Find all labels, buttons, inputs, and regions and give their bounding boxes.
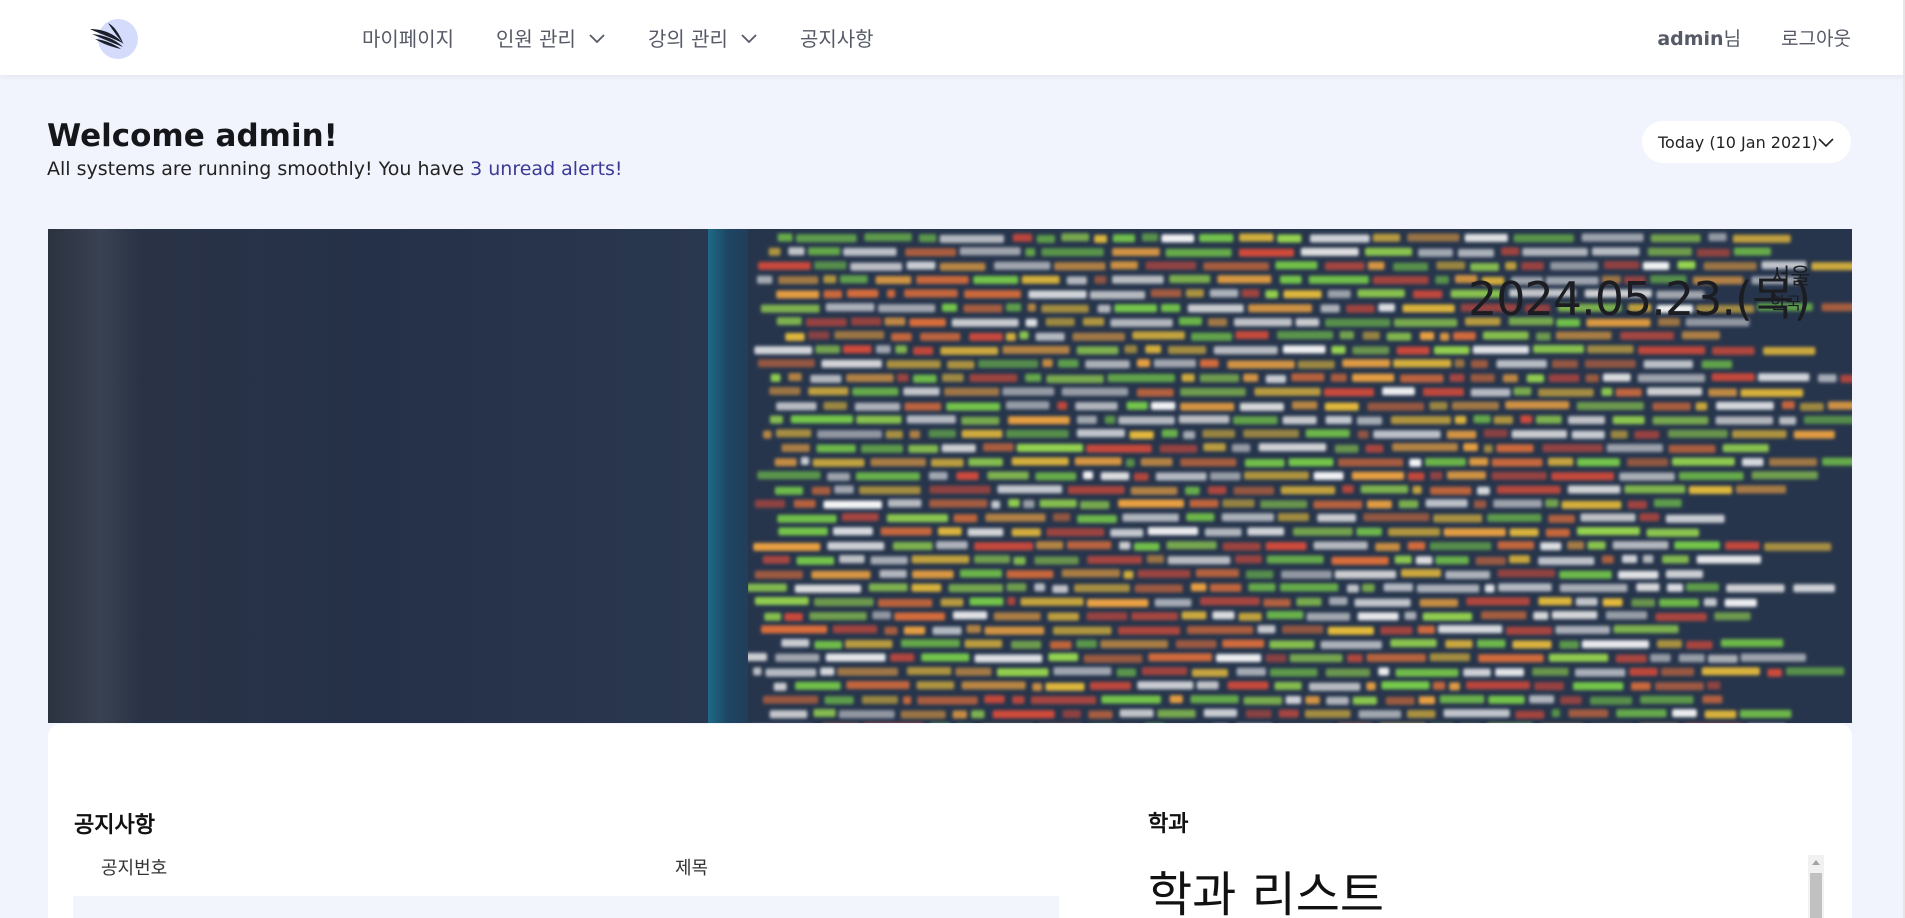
scrollbar-thumb[interactable] xyxy=(1810,873,1822,918)
department-list-scrollbar[interactable] xyxy=(1808,855,1824,918)
nav-item-label: 마이페이지 xyxy=(362,27,454,51)
user-suffix: 님 xyxy=(1723,28,1742,50)
column-header-number: 공지번호 xyxy=(101,858,168,879)
current-date: 2024.05.23.(목) xyxy=(1468,272,1811,326)
status-message: All systems are running smoothly! You ha… xyxy=(47,158,623,180)
hero-banner: 2024.05.23.(목) 서울 한국 xyxy=(48,229,1852,723)
unread-alerts-link[interactable]: 3 unread alerts! xyxy=(470,158,622,180)
nav-item-lecture-management[interactable]: 강의 관리 xyxy=(648,23,758,52)
nav-item-label: 강의 관리 xyxy=(647,27,728,51)
banner-blurred-screen xyxy=(48,229,708,723)
chevron-down-icon xyxy=(741,33,757,43)
date-range-selector[interactable]: Today (10 Jan 2021) xyxy=(1642,121,1851,163)
content-panel xyxy=(48,724,1852,918)
page-title: Welcome admin! xyxy=(47,118,338,154)
table-row[interactable] xyxy=(73,896,1059,918)
chevron-down-icon xyxy=(1818,138,1834,148)
column-header-title: 제목 xyxy=(675,858,709,879)
weather-city: 서울 xyxy=(1770,265,1811,290)
user-area: admin님 로그아웃 xyxy=(1657,0,1851,75)
logout-link[interactable]: 로그아웃 xyxy=(1781,24,1851,51)
department-section-title: 학과 xyxy=(1148,812,1189,837)
chevron-down-icon xyxy=(589,33,605,43)
date-range-label: Today (10 Jan 2021) xyxy=(1658,132,1818,152)
main-menu: 마이페이지 인원 관리 강의 관리 공지사항 xyxy=(362,0,916,75)
scroll-up-arrow-icon[interactable] xyxy=(1812,860,1820,865)
status-text: All systems are running smoothly! You ha… xyxy=(47,158,471,180)
nav-item-notice[interactable]: 공지사항 xyxy=(800,23,874,52)
nav-item-member-management[interactable]: 인원 관리 xyxy=(496,23,606,52)
weather-country: 한국 xyxy=(1770,294,1802,314)
top-navbar: 마이페이지 인원 관리 강의 관리 공지사항 admin님 로그아웃 xyxy=(0,0,1905,75)
department-list-heading: 학과 리스트 xyxy=(1148,867,1385,918)
logo[interactable] xyxy=(88,17,138,60)
wing-logo-icon xyxy=(90,23,124,49)
nav-item-label: 공지사항 xyxy=(799,27,874,51)
user-name: admin xyxy=(1657,28,1724,50)
nav-item-label: 인원 관리 xyxy=(496,27,576,51)
user-greeting: admin님 xyxy=(1657,24,1741,51)
nav-item-mypage[interactable]: 마이페이지 xyxy=(362,23,454,52)
notice-section-title: 공지사항 xyxy=(74,813,155,838)
